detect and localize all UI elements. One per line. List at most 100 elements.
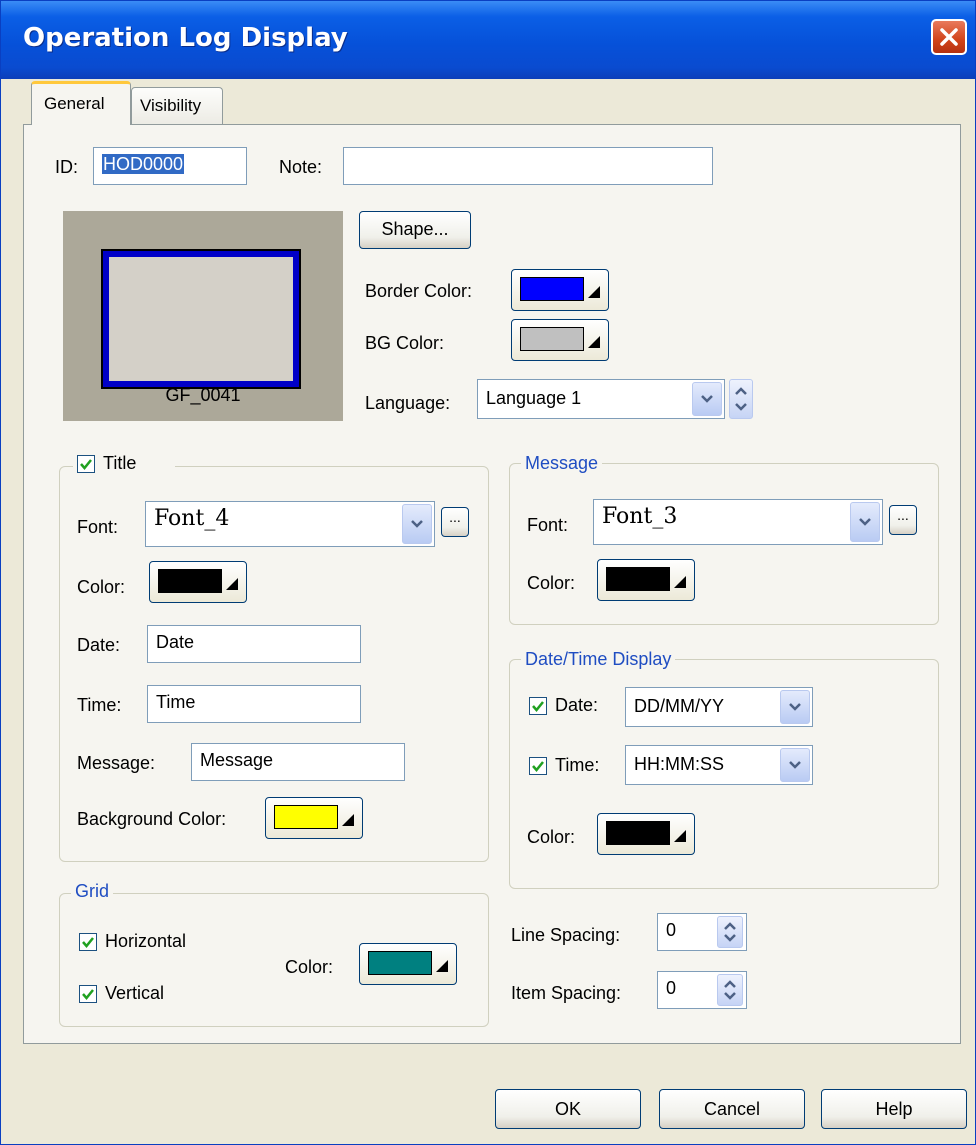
title-bg-color-label: Background Color:: [77, 809, 227, 829]
datetime-color-label: Color:: [527, 827, 576, 847]
ok-button[interactable]: OK: [495, 1089, 641, 1129]
grid-color-swatch: [368, 951, 432, 975]
grid-color-button[interactable]: [359, 943, 457, 985]
check-icon: [532, 701, 544, 712]
title-bar[interactable]: Operation Log Display: [1, 1, 975, 79]
title-group-header: Title: [73, 451, 175, 477]
language-label: Language:: [365, 393, 451, 413]
datetime-group-label: Date/Time Display: [521, 649, 676, 670]
title-font-select[interactable]: Font_4: [145, 501, 435, 547]
message-color-button[interactable]: [597, 559, 695, 601]
shape-button[interactable]: Shape...: [359, 211, 471, 249]
title-date-field[interactable]: Date: [147, 625, 361, 663]
title-color-swatch: [158, 569, 222, 593]
message-group-label: Message: [521, 453, 603, 474]
title-date-label: Date:: [77, 635, 121, 655]
time-format-value: HH:MM:SS: [634, 754, 724, 774]
line-spacing-spinner[interactable]: [717, 916, 743, 948]
check-icon: [82, 989, 94, 1000]
border-color-label: Border Color:: [365, 281, 473, 301]
check-icon: [82, 937, 94, 948]
title-bg-color-button[interactable]: [265, 797, 363, 839]
cancel-button[interactable]: Cancel: [659, 1089, 805, 1129]
close-button[interactable]: [931, 19, 967, 55]
title-message-label: Message:: [77, 753, 156, 773]
language-select[interactable]: Language 1: [477, 379, 725, 419]
preview-name: GF_0041: [165, 385, 241, 405]
message-font-more-button[interactable]: ...: [889, 505, 917, 535]
title-time-field[interactable]: Time: [147, 685, 361, 723]
note-label: Note:: [279, 157, 323, 177]
message-font-label: Font:: [527, 515, 569, 535]
dropdown-triangle-icon: [674, 576, 686, 588]
help-button[interactable]: Help: [821, 1089, 967, 1129]
id-field[interactable]: HOD0000: [93, 147, 247, 185]
border-color-swatch: [520, 277, 584, 301]
datetime-color-swatch: [606, 821, 670, 845]
dropdown-triangle-icon: [674, 830, 686, 842]
dropdown-triangle-icon: [342, 814, 354, 826]
dropdown-triangle-icon: [226, 578, 238, 590]
title-color-button[interactable]: [149, 561, 247, 603]
dropdown-triangle-icon: [436, 960, 448, 972]
horizontal-grid-label: Horizontal: [105, 931, 187, 951]
language-spinner[interactable]: [729, 379, 753, 419]
id-value: HOD0000: [102, 154, 185, 174]
line-spacing-label: Line Spacing:: [511, 925, 621, 945]
message-color-label: Color:: [527, 573, 576, 593]
time-checkbox[interactable]: [529, 757, 547, 775]
title-bg-color-swatch: [274, 805, 338, 829]
spinner-arrows-icon: [724, 922, 736, 942]
grid-color-label: Color:: [285, 957, 334, 977]
tab-general[interactable]: General: [31, 81, 131, 125]
grid-group-label: Grid: [71, 881, 114, 902]
item-spacing-value: 0: [666, 978, 677, 998]
item-spacing-spinner[interactable]: [717, 974, 743, 1006]
dialog-window: Operation Log Display General Visibility…: [0, 0, 976, 1145]
close-icon: [940, 28, 958, 46]
chevron-down-icon[interactable]: [850, 502, 880, 542]
chevron-down-icon[interactable]: [780, 690, 810, 724]
check-icon: [80, 459, 92, 470]
language-value: Language 1: [486, 388, 582, 408]
title-font-label: Font:: [77, 517, 119, 537]
title-font-value: Font_4: [154, 506, 230, 531]
chevron-down-icon[interactable]: [402, 504, 432, 544]
tab-visibility-label: Visibility: [140, 96, 202, 115]
title-message-field[interactable]: Message: [191, 743, 405, 781]
title-time-label: Time:: [77, 695, 122, 715]
note-field[interactable]: [343, 147, 713, 185]
dropdown-triangle-icon: [588, 336, 600, 348]
check-icon: [532, 761, 544, 772]
datetime-color-button[interactable]: [597, 813, 695, 855]
dropdown-triangle-icon: [588, 286, 600, 298]
title-checkbox[interactable]: [77, 455, 95, 473]
title-font-more-button[interactable]: ...: [441, 507, 469, 537]
vertical-grid-checkbox[interactable]: [79, 985, 97, 1003]
title-group-label: Title: [103, 453, 137, 473]
message-font-select[interactable]: Font_3: [593, 499, 883, 545]
bg-color-label: BG Color:: [365, 333, 445, 353]
vertical-grid-label: Vertical: [105, 983, 165, 1003]
tab-visibility[interactable]: Visibility: [131, 87, 223, 125]
bg-color-button[interactable]: [511, 319, 609, 361]
message-font-value: Font_3: [602, 504, 678, 529]
time-display-label: Time:: [555, 755, 600, 775]
horizontal-grid-checkbox[interactable]: [79, 933, 97, 951]
date-display-label: Date:: [555, 695, 599, 715]
item-spacing-label: Item Spacing:: [511, 983, 622, 1003]
date-format-select[interactable]: DD/MM/YY: [625, 687, 813, 727]
date-format-value: DD/MM/YY: [634, 696, 724, 716]
line-spacing-value: 0: [666, 920, 677, 940]
chevron-down-icon[interactable]: [692, 382, 722, 416]
time-format-select[interactable]: HH:MM:SS: [625, 745, 813, 785]
id-label: ID:: [55, 157, 79, 177]
window-title: Operation Log Display: [23, 23, 348, 53]
bg-color-swatch: [520, 327, 584, 351]
spinner-arrows-icon: [735, 387, 747, 411]
chevron-down-icon[interactable]: [780, 748, 810, 782]
shape-preview: GF_0041: [63, 211, 343, 421]
border-color-button[interactable]: [511, 269, 609, 311]
date-checkbox[interactable]: [529, 697, 547, 715]
spinner-arrows-icon: [724, 980, 736, 1000]
